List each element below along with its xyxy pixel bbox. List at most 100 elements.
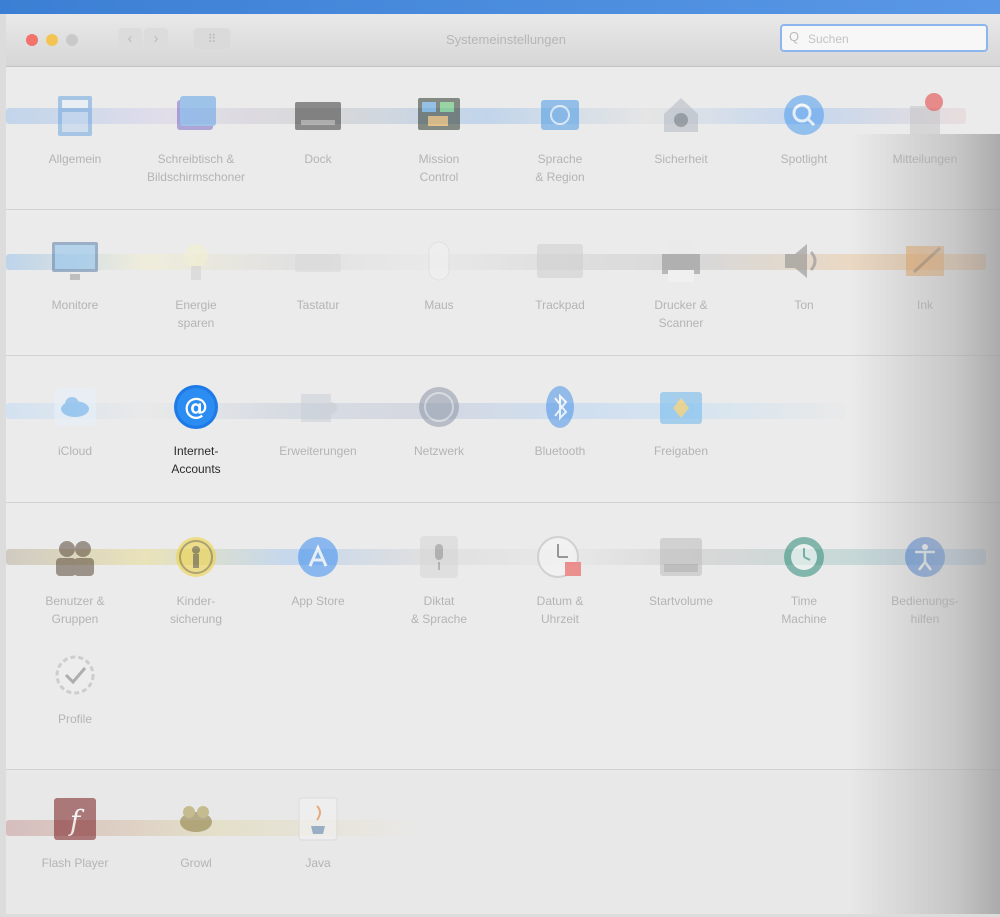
internet-accounts-icon: @: [171, 382, 221, 432]
pref-pane-label: Tastatur: [296, 298, 340, 312]
pref-pane-label: Trackpad: [535, 298, 585, 312]
pref-pane-bluetooth[interactable]: Bluetooth: [500, 382, 620, 460]
desktop-menubar-strip: [0, 0, 1000, 14]
pref-pane-users-groups[interactable]: Benutzer & Gruppen: [15, 532, 135, 628]
bluetooth-icon: [535, 382, 585, 432]
pref-pane-label: Time Machine: [781, 594, 827, 626]
notifications-icon: [900, 90, 950, 140]
extensions-icon: [293, 382, 343, 432]
accessibility-icon: [900, 532, 950, 582]
startup-disk-icon: [656, 532, 706, 582]
date-time-icon: [535, 532, 585, 582]
dock-icon: [293, 90, 343, 140]
pref-pane-label: Flash Player: [41, 856, 109, 870]
pref-pane-flash-player[interactable]: f Flash Player: [15, 794, 135, 872]
time-machine-icon: [779, 532, 829, 582]
java-icon: [293, 794, 343, 844]
pref-pane-mission-control[interactable]: Mission Control: [379, 90, 499, 186]
search-box[interactable]: Q: [780, 24, 988, 52]
security-icon: [656, 90, 706, 140]
pref-pane-label: Maus: [424, 298, 454, 312]
pref-pane-security[interactable]: Sicherheit: [621, 90, 741, 168]
pref-pane-app-store[interactable]: App Store: [258, 532, 378, 610]
pref-pane-dock[interactable]: Dock: [258, 90, 378, 168]
pref-pane-label: Monitore: [51, 298, 99, 312]
pref-pane-label: Schreibtisch & Bildschirmschoner: [146, 152, 246, 184]
mouse-icon: [414, 236, 464, 286]
pref-pane-sound[interactable]: Ton: [744, 236, 864, 314]
spotlight-icon: [779, 90, 829, 140]
show-all-grid-button[interactable]: ⠿: [194, 28, 230, 50]
energy-saver-icon: [171, 236, 221, 286]
pref-pane-label: Dock: [304, 152, 332, 166]
sound-icon: [779, 236, 829, 286]
pref-pane-label: Allgemein: [48, 152, 102, 166]
app-store-icon: [293, 532, 343, 582]
keyboard-icon: [293, 236, 343, 286]
close-button[interactable]: [26, 34, 38, 46]
parental-controls-icon: [171, 532, 221, 582]
pref-pane-label: Diktat & Sprache: [410, 594, 468, 626]
pref-pane-keyboard[interactable]: Tastatur: [258, 236, 378, 314]
profiles-icon: [50, 650, 100, 700]
pref-pane-label: Netzwerk: [413, 444, 464, 458]
minimize-button[interactable]: [46, 34, 58, 46]
dictation-speech-icon: [414, 532, 464, 582]
pref-pane-dictation-speech[interactable]: Diktat & Sprache: [379, 532, 499, 628]
pref-pane-language-region[interactable]: Sprache & Region: [500, 90, 620, 186]
pref-pane-label: Spotlight: [780, 152, 828, 166]
search-input[interactable]: [806, 29, 980, 49]
pref-pane-label: Java: [305, 856, 331, 870]
pref-pane-trackpad[interactable]: Trackpad: [500, 236, 620, 314]
pref-pane-label: Freigaben: [653, 444, 709, 458]
pref-pane-label: Profile: [57, 712, 92, 726]
svg-text:@: @: [184, 393, 208, 421]
pref-pane-label: Kinder- sicherung: [169, 594, 223, 626]
pref-pane-printer-scanner[interactable]: Drucker & Scanner: [621, 236, 741, 332]
pref-pane-date-time[interactable]: Datum & Uhrzeit: [500, 532, 620, 628]
pref-pane-profiles[interactable]: Profile: [15, 650, 135, 728]
pref-pane-sharing[interactable]: Freigaben: [621, 382, 741, 460]
pref-pane-label: Sicherheit: [654, 152, 708, 166]
window-title: Systemeinstellungen: [446, 32, 566, 47]
general-icon: [50, 90, 100, 140]
pref-pane-ink[interactable]: Ink: [865, 236, 985, 314]
pref-pane-extensions[interactable]: Erweiterungen: [258, 382, 378, 460]
pref-pane-mouse[interactable]: Maus: [379, 236, 499, 314]
pref-pane-java[interactable]: Java: [258, 794, 378, 872]
forward-button[interactable]: ›: [144, 28, 168, 50]
desktop-screensaver-icon: [171, 90, 221, 140]
flash-player-icon: f: [50, 794, 100, 844]
pref-pane-label: Erweiterungen: [279, 444, 357, 458]
pref-pane-label: Bedienungs- hilfen: [891, 594, 959, 626]
pref-pane-displays[interactable]: Monitore: [15, 236, 135, 314]
ink-icon: [900, 236, 950, 286]
pref-pane-desktop-screensaver[interactable]: Schreibtisch & Bildschirmschoner: [136, 90, 256, 186]
sharing-icon: [656, 382, 706, 432]
window-titlebar: ‹ › ⠿ Systemeinstellungen Q: [6, 14, 1000, 67]
back-button[interactable]: ‹: [118, 28, 142, 50]
pref-pane-general[interactable]: Allgemein: [15, 90, 135, 168]
zoom-button[interactable]: [66, 34, 78, 46]
pref-pane-label: Sprache & Region: [535, 152, 585, 184]
pref-pane-parental-controls[interactable]: Kinder- sicherung: [136, 532, 256, 628]
pref-pane-icloud[interactable]: iCloud: [15, 382, 135, 460]
pref-pane-internet-accounts[interactable]: @ Internet- Accounts: [136, 382, 256, 478]
pref-pane-network[interactable]: Netzwerk: [379, 382, 499, 460]
pref-pane-label: Startvolume: [648, 594, 714, 608]
pref-pane-accessibility[interactable]: Bedienungs- hilfen: [865, 532, 985, 628]
icloud-icon: [50, 382, 100, 432]
pref-pane-label: Internet- Accounts: [171, 444, 221, 476]
pref-pane-label: Datum & Uhrzeit: [536, 594, 584, 626]
mission-control-icon: [414, 90, 464, 140]
pref-pane-notifications[interactable]: Mitteilungen: [865, 90, 985, 168]
pref-pane-time-machine[interactable]: Time Machine: [744, 532, 864, 628]
language-region-icon: [535, 90, 585, 140]
pref-pane-label: Benutzer & Gruppen: [45, 594, 105, 626]
pref-pane-spotlight[interactable]: Spotlight: [744, 90, 864, 168]
pref-pane-label: iCloud: [57, 444, 93, 458]
trackpad-icon: [535, 236, 585, 286]
pref-pane-startup-disk[interactable]: Startvolume: [621, 532, 741, 610]
pref-pane-growl[interactable]: Growl: [136, 794, 256, 872]
pref-pane-energy-saver[interactable]: Energie sparen: [136, 236, 256, 332]
